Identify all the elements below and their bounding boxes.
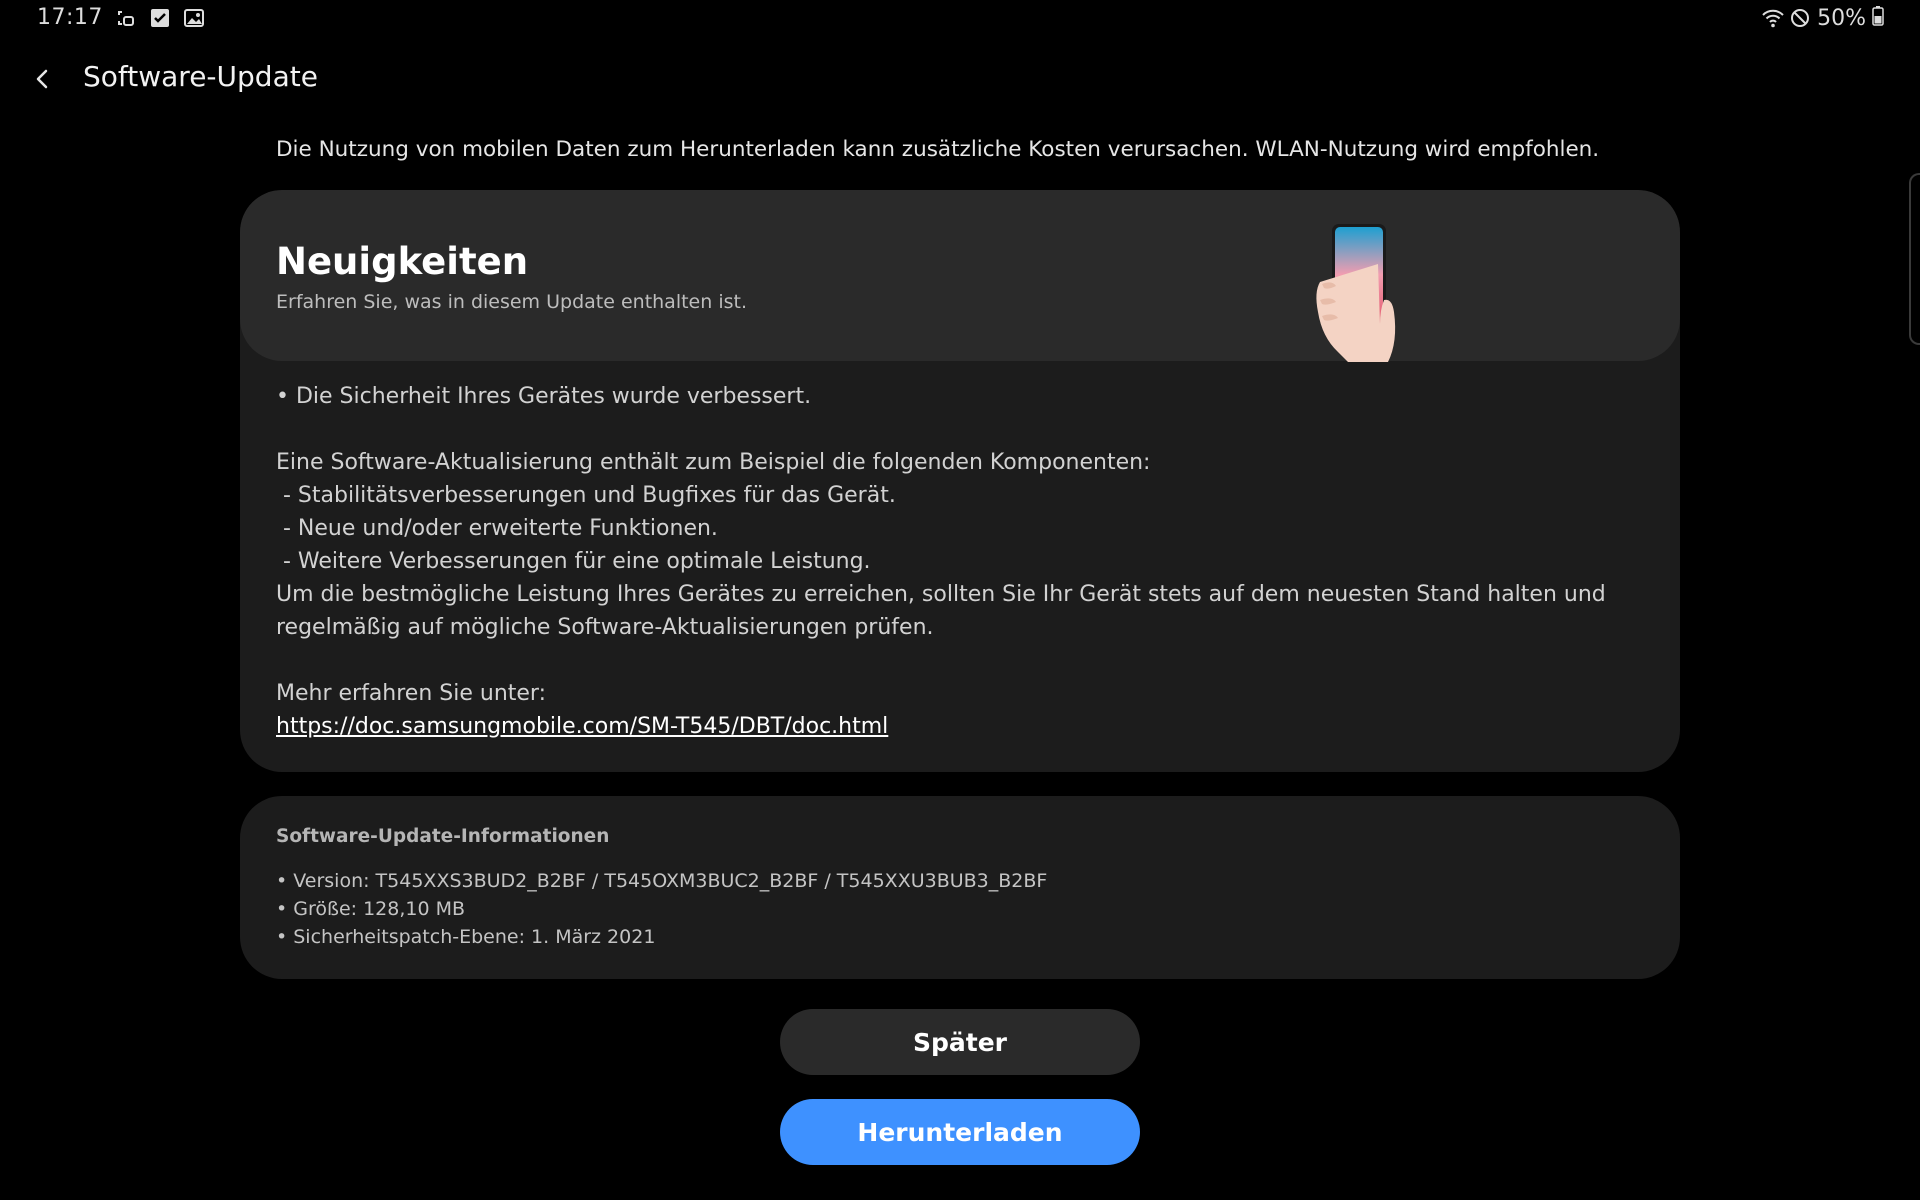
security-improvement-text: • Die Sicherheit Ihres Gerätes wurde ver… xyxy=(276,384,812,409)
download-button[interactable]: Herunterladen xyxy=(780,1099,1140,1165)
status-bar-right: 50% xyxy=(1761,5,1884,31)
component-item: - Stabilitätsverbesserungen und Bugfixes… xyxy=(276,483,896,508)
version-text: • Version: T545XXS3BUD2_B2BF / T545OXM3B… xyxy=(276,870,1048,892)
status-time: 17:17 xyxy=(37,5,103,30)
status-bar: 17:17 50% xyxy=(0,0,1920,38)
mobile-data-notice: Die Nutzung von mobilen Daten zum Herunt… xyxy=(276,137,1600,162)
component-item: - Weitere Verbesserungen für eine optima… xyxy=(276,549,871,574)
recommendation-text: Um die bestmögliche Leistung Ihres Gerät… xyxy=(276,582,1606,640)
image-icon xyxy=(183,7,205,29)
do-not-disturb-icon xyxy=(1789,7,1811,29)
back-button[interactable] xyxy=(22,54,66,102)
component-item: - Neue und/oder erweiterte Funktionen. xyxy=(276,516,718,541)
whats-new-card: Neuigkeiten Erfahren Sie, was in diesem … xyxy=(240,190,1680,772)
wifi-icon xyxy=(1761,7,1784,29)
screenshot-icon xyxy=(115,7,137,29)
update-info-card: Software-Update-Informationen • Version:… xyxy=(240,796,1680,979)
whats-new-subtitle: Erfahren Sie, was in diesem Update entha… xyxy=(276,291,747,313)
checkbox-icon xyxy=(149,7,171,29)
phone-in-hand-illustration xyxy=(1316,224,1396,362)
chevron-left-icon xyxy=(36,69,48,89)
later-button[interactable]: Später xyxy=(780,1009,1140,1075)
update-info-title: Software-Update-Informationen xyxy=(276,826,610,847)
more-info-label: Mehr erfahren Sie unter: xyxy=(276,681,547,706)
battery-percentage: 50% xyxy=(1817,5,1866,31)
status-bar-left: 17:17 xyxy=(37,5,205,30)
whats-new-header: Neuigkeiten Erfahren Sie, was in diesem … xyxy=(240,190,1680,362)
documentation-link[interactable]: https://doc.samsungmobile.com/SM-T545/DB… xyxy=(276,714,888,739)
whats-new-content: • Die Sicherheit Ihres Gerätes wurde ver… xyxy=(276,380,1656,743)
update-info-list: • Version: T545XXS3BUD2_B2BF / T545OXM3B… xyxy=(276,867,1047,951)
page-title: Software-Update xyxy=(83,60,318,93)
security-patch-text: • Sicherheitspatch-Ebene: 1. März 2021 xyxy=(276,926,656,948)
whats-new-title: Neuigkeiten xyxy=(276,240,529,283)
edge-panel-handle[interactable] xyxy=(1909,173,1920,345)
battery-icon xyxy=(1872,5,1884,31)
components-intro-text: Eine Software-Aktualisierung enthält zum… xyxy=(276,450,1151,475)
app-bar: Software-Update xyxy=(0,50,1920,106)
size-text: • Größe: 128,10 MB xyxy=(276,898,466,920)
